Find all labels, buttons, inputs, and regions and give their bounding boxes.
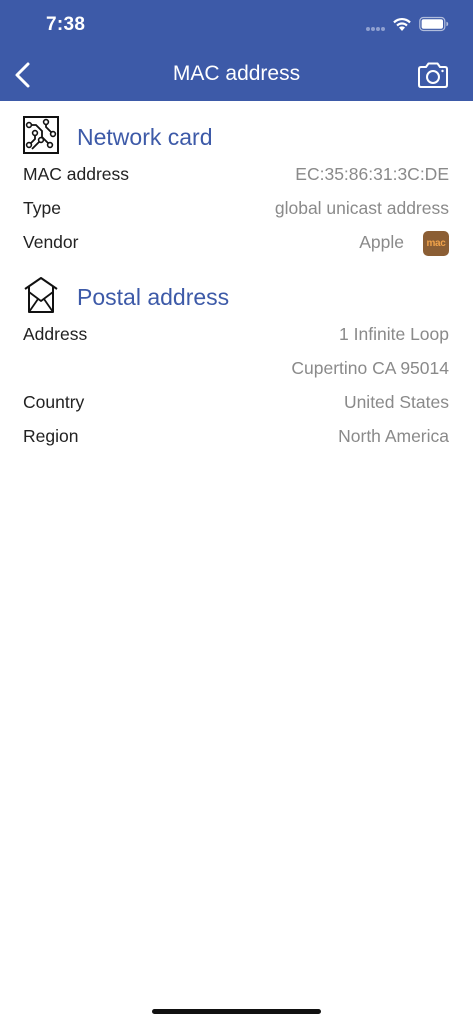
camera-button[interactable] — [416, 61, 450, 89]
row-value: United States — [343, 392, 449, 412]
row-value: North America — [338, 426, 449, 446]
status-time: 7:38 — [46, 14, 86, 35]
info-row-region: Region North America — [0, 420, 473, 454]
section-title-postal-address: Postal address — [77, 284, 230, 310]
section-header: Postal address — [0, 275, 473, 321]
cellular-signal-icon — [366, 27, 385, 31]
info-row-vendor: Vendor Apple mac — [0, 226, 473, 260]
info-row-country: Country United States — [0, 386, 473, 420]
row-value: global unicast address — [274, 198, 449, 218]
back-button[interactable] — [10, 60, 36, 90]
row-label: MAC address — [23, 164, 130, 184]
row-label: Country — [23, 392, 85, 412]
section-title-network-card: Network card — [77, 124, 213, 150]
mac-vendor-badge-icon: mac — [423, 231, 449, 256]
info-row-mac-address: MAC address EC:35:86:31:3C:DE — [0, 158, 473, 192]
row-label: Address — [23, 324, 88, 344]
status-bar: 7:38 — [0, 0, 473, 50]
row-value: Apple — [359, 232, 404, 252]
row-label: Type — [23, 198, 61, 218]
circuit-board-icon — [23, 116, 59, 154]
info-row-type: Type global unicast address — [0, 192, 473, 226]
row-label: Region — [23, 426, 79, 446]
app-header: 7:38 MAC address — [0, 0, 473, 101]
row-value: 1 Infinite Loop — [339, 324, 449, 344]
navigation-bar: MAC address — [0, 50, 473, 101]
row-label: Vendor — [23, 232, 79, 252]
info-row-address: Address 1 Infinite Loop — [0, 318, 473, 352]
home-indicator[interactable] — [152, 1009, 321, 1014]
mail-envelope-house-icon — [24, 277, 58, 313]
wifi-icon — [393, 17, 411, 31]
row-value: Cupertino CA 95014 — [291, 358, 449, 378]
page-title: MAC address — [172, 62, 301, 85]
section-header: Network card — [0, 115, 473, 161]
info-row-address-line-2: Cupertino CA 95014 — [0, 352, 473, 386]
row-value: EC:35:86:31:3C:DE — [295, 164, 449, 184]
battery-icon — [419, 16, 449, 32]
